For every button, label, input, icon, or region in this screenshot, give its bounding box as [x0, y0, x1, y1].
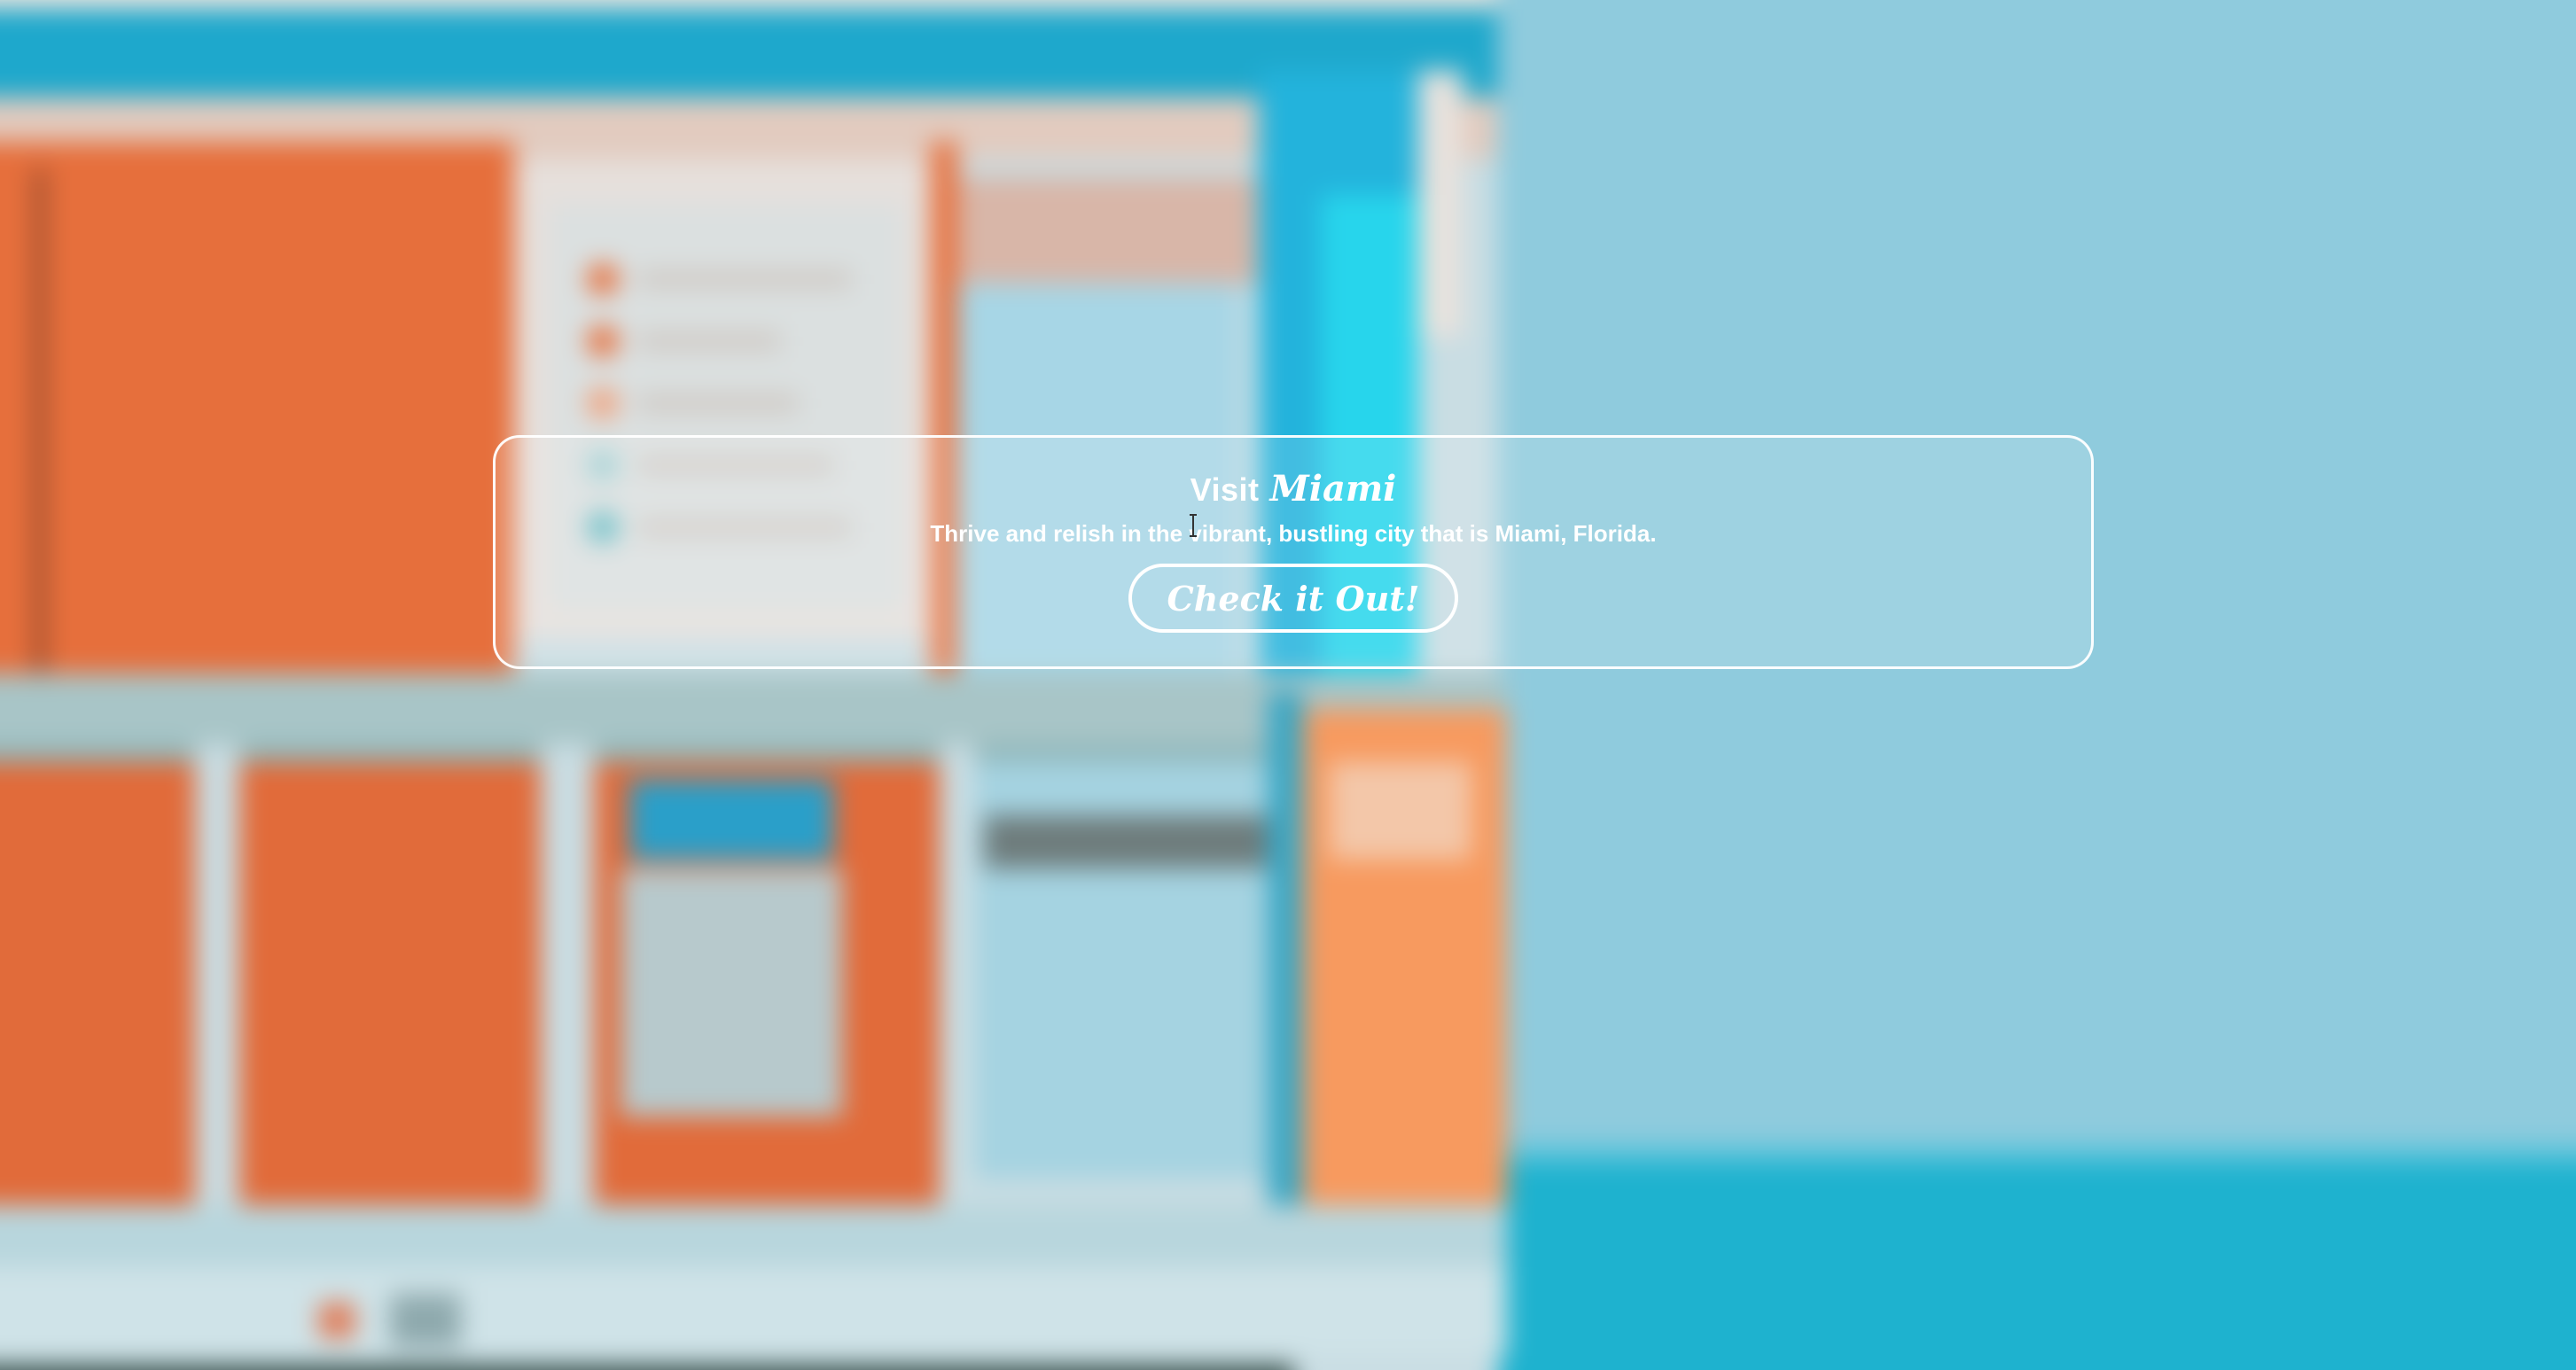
hero-card: Visit Miami Thrive and relish in the vib… [493, 435, 2094, 669]
background-image [0, 0, 2576, 1370]
hero-title-prefix: Visit [1190, 471, 1260, 508]
text-cursor-icon [1190, 514, 1197, 537]
lifeguard-hut-photo [0, 0, 2576, 1370]
hero-title: Visit Miami [1190, 468, 1397, 510]
check-it-out-button[interactable]: Check it Out! [1128, 564, 1459, 633]
hero-tagline: Thrive and relish in the vibrant, bustli… [930, 520, 1657, 547]
hero-title-accent: Miami [1269, 468, 1397, 510]
